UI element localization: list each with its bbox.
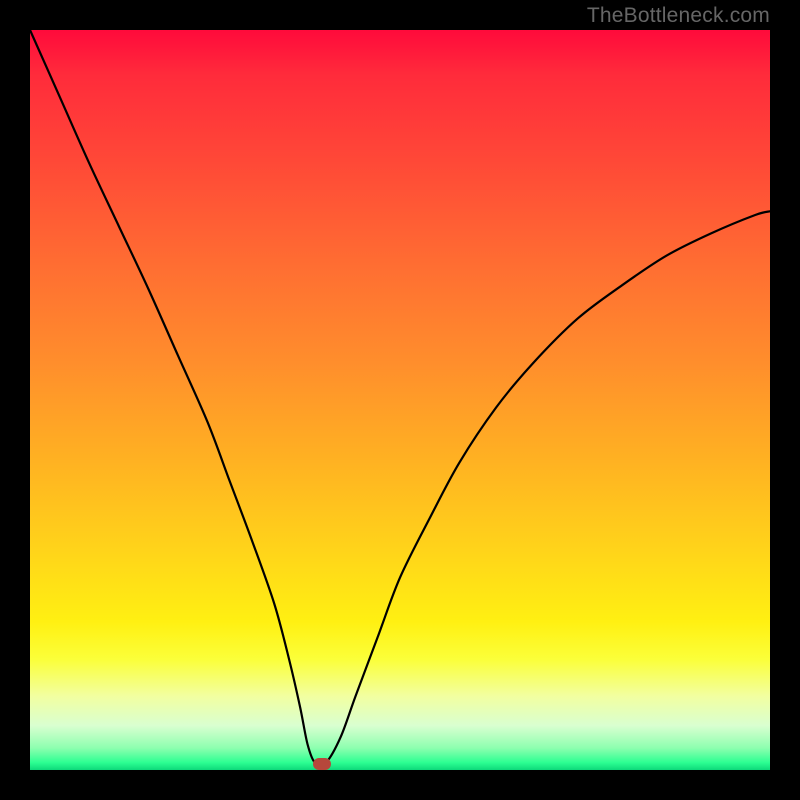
bottleneck-curve [30,30,770,770]
optimal-marker [313,758,331,770]
watermark-text: TheBottleneck.com [587,4,770,28]
chart-frame: TheBottleneck.com [0,0,800,800]
plot-area [30,30,770,770]
